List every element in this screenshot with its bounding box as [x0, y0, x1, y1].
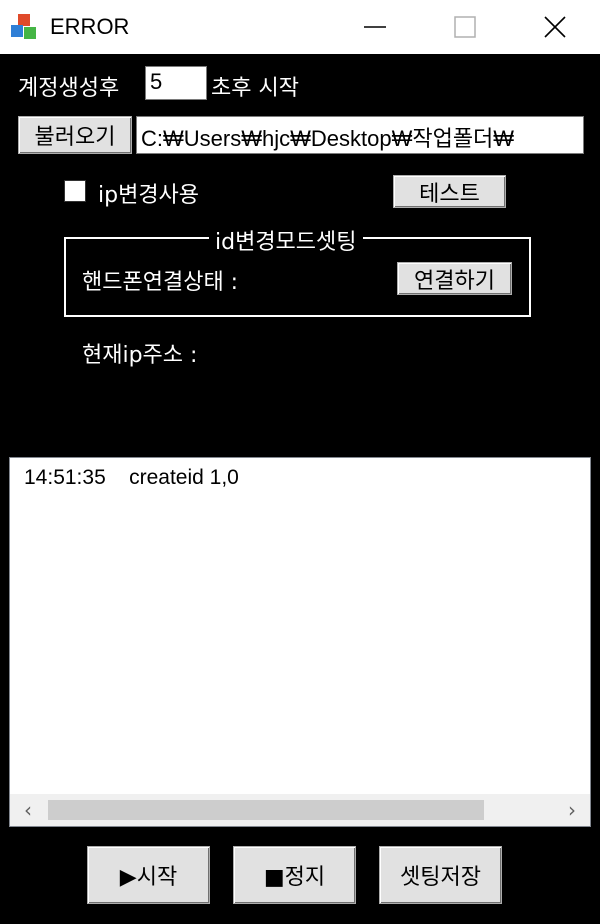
save-settings-button[interactable]: 셋팅저장: [379, 846, 502, 904]
account-delay-suffix: 초후 시작: [211, 76, 299, 101]
stop-button[interactable]: ■정지: [233, 846, 356, 904]
ip-change-label: ip변경사용: [98, 183, 200, 208]
ip-change-checkbox[interactable]: [64, 180, 86, 202]
scroll-thumb[interactable]: [48, 800, 484, 820]
app-icon: [9, 12, 39, 42]
test-button[interactable]: 테스트: [393, 175, 506, 208]
horizontal-scrollbar[interactable]: ‹ ›: [10, 794, 590, 826]
minimize-icon: [364, 26, 386, 28]
start-button[interactable]: ▶시작: [87, 846, 210, 904]
account-delay-label: 계정생성후: [18, 76, 120, 101]
title-bar: ERROR: [0, 0, 600, 54]
scroll-left-icon[interactable]: ‹: [10, 794, 46, 826]
account-delay-input[interactable]: 5: [145, 66, 207, 100]
load-button[interactable]: 불러오기: [18, 116, 132, 154]
window-title: ERROR: [50, 14, 130, 39]
scroll-right-icon[interactable]: ›: [554, 794, 590, 826]
log-list[interactable]: 14:51:35 createid 1,0 ‹ ›: [9, 457, 591, 827]
connect-button[interactable]: 연결하기: [397, 262, 512, 295]
group-title: id변경모드셋팅: [209, 224, 363, 256]
log-row: 14:51:35 createid 1,0: [24, 466, 239, 490]
maximize-button[interactable]: [420, 0, 510, 54]
phone-status-label: 핸드폰연결상태 :: [82, 270, 239, 295]
log-message: createid 1,0: [129, 466, 239, 489]
log-time: 14:51:35: [24, 466, 106, 489]
minimize-button[interactable]: [330, 0, 420, 54]
current-ip-label: 현재ip주소 :: [82, 343, 198, 368]
maximize-icon: [454, 16, 476, 38]
path-input[interactable]: C:₩Users₩hjc₩Desktop₩작업폴더₩: [136, 116, 584, 154]
close-button[interactable]: [510, 0, 600, 54]
close-icon: [544, 16, 566, 38]
